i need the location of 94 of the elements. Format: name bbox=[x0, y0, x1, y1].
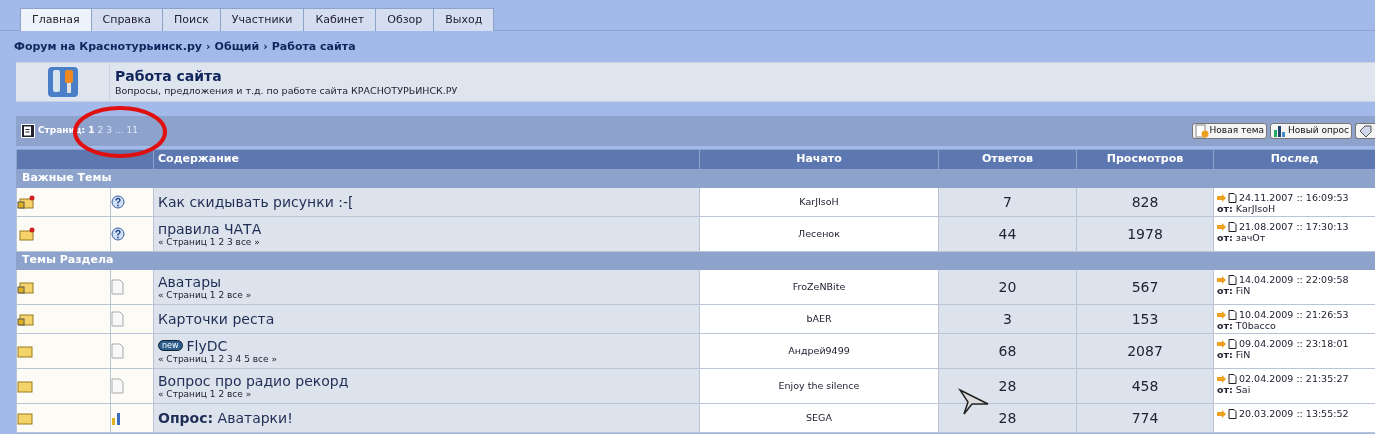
author-link[interactable]: Андрей9499 bbox=[788, 344, 850, 356]
arrow-page-icon bbox=[1217, 408, 1237, 419]
breadcrumb-link[interactable]: Общий bbox=[214, 38, 260, 56]
topic-pages[interactable]: « Страниц 1 2 3 все » bbox=[158, 236, 699, 248]
last-post-date[interactable]: 21.08.2007 :: 17:30:13 bbox=[1239, 221, 1349, 232]
author-link[interactable]: KarJIsoH bbox=[799, 195, 839, 207]
folder-icon bbox=[17, 411, 33, 425]
nav-tab[interactable]: Справка bbox=[91, 8, 163, 31]
arrow-page-icon bbox=[1217, 192, 1237, 203]
topic-link[interactable]: Аватары bbox=[158, 273, 222, 290]
views-count: 2087 bbox=[1076, 333, 1214, 369]
last-poster-link[interactable]: FiN bbox=[1235, 349, 1251, 360]
topic-link[interactable]: Опрос: Аватарки! bbox=[158, 410, 293, 426]
last-post-date[interactable]: 02.04.2009 :: 21:35:27 bbox=[1239, 373, 1349, 384]
forum-description: Вопросы, предложения и т.д. по работе сайта КРАСНОТУРЬИНСК.РУ bbox=[115, 85, 458, 97]
nav-tab[interactable]: Главная bbox=[20, 8, 92, 31]
page-icon bbox=[21, 124, 35, 138]
last-poster-link[interactable]: FiN bbox=[1235, 285, 1251, 296]
breadcrumb-separator: › bbox=[206, 38, 211, 55]
breadcrumb-link[interactable]: Форум на Краснотурьинск.ру bbox=[14, 38, 203, 56]
nav-tab[interactable]: Кабинет bbox=[304, 8, 377, 31]
arrow-page-icon bbox=[1217, 373, 1237, 384]
last-post-date[interactable]: 09.04.2009 :: 23:18:01 bbox=[1239, 338, 1349, 349]
views-count: 458 bbox=[1076, 368, 1214, 404]
last-post-date[interactable]: 10.04.2009 :: 21:26:53 bbox=[1239, 309, 1349, 320]
toolbar-button[interactable] bbox=[1355, 123, 1375, 139]
topic-link[interactable]: Как скидывать рисунки :-[ bbox=[158, 194, 354, 210]
views-count: 1978 bbox=[1076, 216, 1214, 252]
help-icon bbox=[111, 227, 125, 241]
author-link[interactable]: bAER bbox=[806, 312, 832, 324]
nav-tab[interactable]: Участники bbox=[220, 8, 305, 31]
last-post-date[interactable]: 14.04.2009 :: 22:09:58 bbox=[1239, 274, 1349, 285]
replies-count: 20 bbox=[938, 269, 1077, 305]
topic-link[interactable]: Карточки реста bbox=[158, 311, 275, 327]
nav-tab[interactable]: Обзор bbox=[376, 8, 435, 31]
topic-pages[interactable]: « Страниц 1 2 все » bbox=[158, 388, 699, 400]
by-label: от: bbox=[1217, 203, 1233, 214]
column-header: Ответов bbox=[938, 149, 1077, 170]
column-header: Начато bbox=[699, 149, 939, 170]
folder-icon bbox=[17, 344, 33, 358]
last-post-date[interactable]: 24.11.2007 :: 16:09:53 bbox=[1239, 192, 1349, 203]
arrow-page-icon bbox=[1217, 338, 1237, 349]
replies-count: 28 bbox=[938, 403, 1077, 433]
topic-link[interactable]: правила ЧАТА bbox=[158, 220, 262, 237]
arrow-page-icon bbox=[1217, 274, 1237, 285]
topic-link[interactable]: FlyDC bbox=[186, 337, 228, 354]
locked-folder-icon bbox=[17, 195, 35, 209]
topic-link[interactable]: Вопрос про радио рекорд bbox=[158, 372, 349, 389]
last-poster-link[interactable]: T0bacco bbox=[1235, 320, 1276, 331]
locked-folder-icon bbox=[17, 312, 35, 326]
author-link[interactable]: SEGA bbox=[806, 411, 832, 423]
tools-icon bbox=[45, 65, 80, 99]
views-count: 567 bbox=[1076, 269, 1214, 305]
views-count: 153 bbox=[1076, 304, 1214, 334]
column-header: Послед bbox=[1213, 149, 1375, 170]
new-poll-button[interactable]: Новый опрос bbox=[1270, 123, 1352, 139]
new-page-icon bbox=[1194, 124, 1209, 138]
new-topic-button[interactable]: Новая тема bbox=[1191, 123, 1268, 139]
last-poster-link[interactable]: KarJIsoH bbox=[1235, 203, 1276, 214]
replies-count: 3 bbox=[938, 304, 1077, 334]
breadcrumb-separator: › bbox=[263, 38, 268, 55]
by-label: от: bbox=[1217, 384, 1233, 395]
nav-tab[interactable]: Выход bbox=[434, 8, 495, 31]
author-link[interactable]: Лесенок bbox=[798, 227, 840, 239]
replies-count: 68 bbox=[938, 333, 1077, 369]
author-link[interactable]: Enjoy the silence bbox=[778, 379, 860, 391]
column-header: Содержание bbox=[153, 149, 700, 170]
views-count: 774 bbox=[1076, 403, 1214, 433]
topic-pages[interactable]: « Страниц 1 2 все » bbox=[158, 289, 699, 301]
last-poster-link[interactable]: зачОт bbox=[1235, 232, 1266, 243]
topic-pages[interactable]: « Страниц 1 2 3 4 5 все » bbox=[158, 353, 699, 365]
column-header: Просмотров bbox=[1076, 149, 1214, 170]
arrow-page-icon bbox=[1217, 221, 1237, 232]
last-poster-link[interactable]: Sai bbox=[1235, 384, 1251, 395]
bar-chart-icon bbox=[1273, 124, 1288, 138]
by-label: от: bbox=[1217, 349, 1233, 360]
new-badge: new bbox=[158, 340, 183, 351]
cursor-icon bbox=[958, 388, 990, 416]
author-link[interactable]: FroZeNBite bbox=[792, 280, 846, 292]
breadcrumb-link[interactable]: Работа сайта bbox=[271, 38, 356, 56]
by-label: от: bbox=[1217, 320, 1233, 331]
replies-count: 44 bbox=[938, 216, 1077, 252]
locked-folder-icon bbox=[17, 280, 35, 294]
folder-icon bbox=[17, 227, 35, 241]
folder-icon bbox=[17, 379, 33, 393]
by-label: от: bbox=[1217, 285, 1233, 296]
help-icon bbox=[111, 195, 125, 209]
forum-title: Работа сайта bbox=[115, 68, 223, 85]
arrow-page-icon bbox=[1217, 309, 1237, 320]
tag-icon bbox=[1358, 124, 1372, 138]
replies-count: 7 bbox=[938, 187, 1077, 217]
views-count: 828 bbox=[1076, 187, 1214, 217]
nav-tab[interactable]: Поиск bbox=[163, 8, 221, 31]
by-label: от: bbox=[1217, 232, 1233, 243]
